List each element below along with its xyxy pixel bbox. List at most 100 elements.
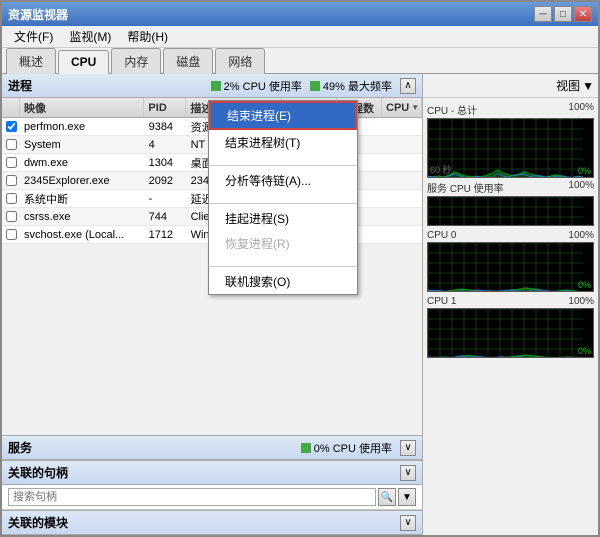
freq-stat-label: 49% 最大频率 — [323, 78, 392, 94]
context-menu-item[interactable]: 分析等待链(A)... — [209, 168, 357, 193]
th-name[interactable]: 映像 — [20, 98, 144, 117]
row-name: csrss.exe — [20, 210, 145, 224]
service-stats: 0% CPU 使用率 ∨ — [301, 440, 416, 456]
cpu-charts: CPU - 总计 100% 60 秒 0% 服务 CPU 使用率 100% CP… — [423, 98, 598, 535]
row-name: dwm.exe — [20, 156, 145, 170]
cpu-total-label-row: CPU - 总计 100% — [427, 102, 594, 117]
menu-help[interactable]: 帮助(H) — [119, 26, 176, 47]
window-title: 资源监视器 — [8, 6, 68, 23]
handle-search-options[interactable]: ▼ — [398, 488, 416, 506]
row-cpu — [382, 144, 422, 146]
row-pid: - — [145, 192, 187, 206]
module-collapse-btn[interactable]: ∨ — [400, 515, 416, 531]
service-section-header: 服务 0% CPU 使用率 ∨ — [2, 436, 422, 460]
tab-disk[interactable]: 磁盘 — [163, 48, 213, 74]
maximize-button[interactable]: □ — [554, 6, 572, 22]
process-title: 进程 — [8, 77, 32, 94]
percent-bottom: 0% — [578, 166, 591, 176]
process-section-header: 进程 2% CPU 使用率 49% 最大频率 ∧ — [2, 74, 422, 98]
row-name: perfmon.exe — [20, 120, 145, 134]
context-menu: 结束进程(E)结束进程树(T) 分析等待链(A)... 挂起进程(S)恢复进程(R)… — [208, 100, 358, 295]
cpu0-label: CPU 0 — [427, 230, 456, 241]
context-menu-item[interactable]: 结束进程树(T) — [209, 130, 357, 155]
title-bar: 资源监视器 ─ □ ✕ — [2, 2, 598, 26]
row-checkbox[interactable] — [2, 192, 20, 205]
process-collapse-btn[interactable]: ∧ — [400, 78, 416, 94]
context-menu-item[interactable] — [209, 193, 357, 201]
service-label-row: 服务 CPU 使用率 100% — [427, 180, 594, 195]
handle-search-input[interactable] — [8, 488, 376, 506]
row-pid: 1712 — [145, 228, 187, 242]
service-cpu-indicator — [301, 443, 311, 453]
context-menu-item[interactable] — [209, 256, 357, 264]
cpu-stat-label: 2% CPU 使用率 — [224, 78, 302, 94]
tab-memory[interactable]: 内存 — [111, 48, 161, 74]
context-menu-item[interactable]: 结束进程(E) — [209, 101, 357, 130]
module-section-header: 关联的模块 ∨ — [2, 511, 422, 535]
view-select-label: 视图 — [556, 77, 580, 94]
service-title: 服务 — [8, 439, 32, 456]
context-menu-separator — [209, 203, 357, 204]
row-pid: 4 — [145, 138, 187, 152]
menu-monitor[interactable]: 监视(M) — [61, 26, 119, 47]
handle-search-bar: 🔍 ▼ — [2, 485, 422, 510]
service-cpu-badge: 0% CPU 使用率 — [301, 440, 392, 456]
cpu0-label-row: CPU 0 100% — [427, 230, 594, 241]
row-checkbox[interactable] — [2, 228, 20, 241]
tab-cpu[interactable]: CPU — [58, 50, 109, 74]
service-chart-box — [427, 196, 594, 226]
row-name: 2345Explorer.exe — [20, 174, 145, 188]
minimize-button[interactable]: ─ — [534, 6, 552, 22]
row-cpu — [382, 162, 422, 164]
row-checkbox[interactable] — [2, 156, 20, 169]
handle-collapse-btn[interactable]: ∨ — [400, 465, 416, 481]
process-stats: 2% CPU 使用率 49% 最大频率 ∧ — [211, 78, 416, 94]
cpu-stat-badge: 2% CPU 使用率 — [211, 78, 302, 94]
tab-overview[interactable]: 概述 — [6, 48, 56, 74]
cpu1-chart: CPU 1 100% 0% — [427, 296, 594, 358]
row-checkbox[interactable] — [2, 174, 20, 187]
context-menu-separator — [209, 266, 357, 267]
context-menu-item[interactable]: 挂起进程(S) — [209, 206, 357, 231]
cpu-total-chart: CPU - 总计 100% 60 秒 0% 服务 CPU 使用率 100% — [427, 102, 594, 226]
view-dropdown[interactable]: 视图 ▼ — [556, 77, 594, 94]
row-name: svchost.exe (Local... — [20, 228, 145, 242]
cpu1-percent-bottom: 0% — [578, 346, 591, 356]
freq-stat-indicator — [310, 81, 320, 91]
context-menu-item: 恢复进程(R) — [209, 231, 357, 256]
service-collapse-btn[interactable]: ∨ — [400, 440, 416, 456]
th-checkbox — [2, 98, 20, 117]
tab-network[interactable]: 网络 — [215, 48, 265, 74]
cpu1-label-row: CPU 1 100% — [427, 296, 594, 307]
menu-bar: 文件(F) 监视(M) 帮助(H) — [2, 26, 598, 48]
dropdown-arrow[interactable]: ▼ — [582, 79, 594, 93]
handle-section-header: 关联的句柄 ∨ — [2, 461, 422, 485]
context-menu-item[interactable]: 联机搜索(O) — [209, 269, 357, 294]
service-label: 服务 CPU 使用率 — [427, 180, 504, 195]
menu-file[interactable]: 文件(F) — [6, 26, 61, 47]
cpu-total-chart-box: 60 秒 0% — [427, 118, 594, 178]
row-name: System — [20, 138, 145, 152]
row-checkbox[interactable] — [2, 120, 20, 133]
main-window: 资源监视器 ─ □ ✕ 文件(F) 监视(M) 帮助(H) 概述 CPU 内存 … — [0, 0, 600, 537]
row-pid: 2092 — [145, 174, 187, 188]
th-pid[interactable]: PID — [144, 98, 186, 117]
right-panel-header: 视图 ▼ — [423, 74, 598, 98]
right-panel: 视图 ▼ CPU - 总计 100% 60 秒 0% 服务 CPU 使用率 10… — [423, 74, 598, 535]
handle-search-button[interactable]: 🔍 — [378, 488, 396, 506]
context-menu-separator — [209, 165, 357, 166]
row-checkbox[interactable] — [2, 138, 20, 151]
th-cpu[interactable]: CPU ▼ — [382, 98, 422, 117]
row-pid: 9384 — [145, 120, 187, 134]
title-bar-buttons: ─ □ ✕ — [534, 6, 592, 22]
handle-title: 关联的句柄 — [8, 464, 68, 481]
module-section: 关联的模块 ∨ — [2, 510, 422, 535]
close-button[interactable]: ✕ — [574, 6, 592, 22]
cpu0-chart: CPU 0 100% 0% — [427, 230, 594, 292]
time-label: 60 秒 — [430, 163, 452, 176]
module-title: 关联的模块 — [8, 514, 68, 531]
cpu0-percent-bottom: 0% — [578, 280, 591, 290]
context-menu-item[interactable] — [209, 155, 357, 163]
row-name: 系统中断 — [20, 190, 145, 208]
row-checkbox[interactable] — [2, 210, 20, 223]
